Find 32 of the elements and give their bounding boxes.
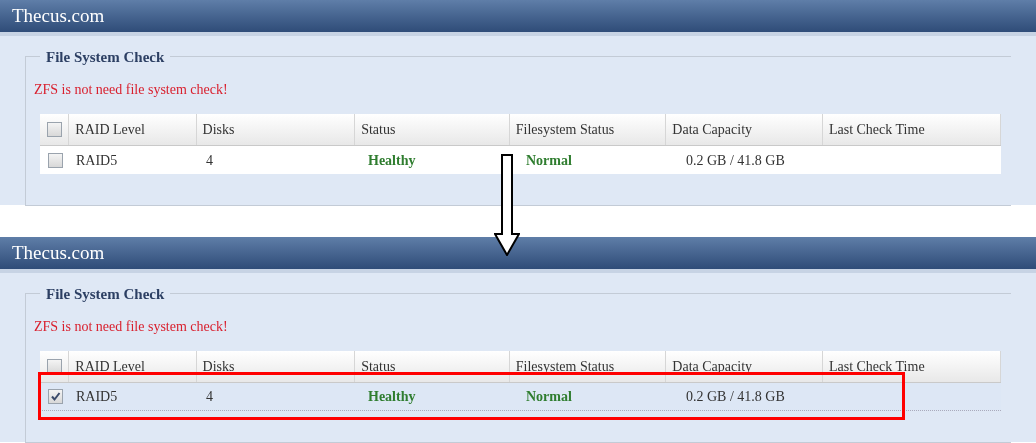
check-icon — [49, 391, 61, 402]
table-cell-text: Healthy — [368, 388, 416, 406]
table-cell-text: 0.2 GB / 41.8 GB — [686, 151, 785, 170]
column-header: Data Capacity — [672, 121, 753, 139]
column-header: Filesystem Status — [515, 358, 615, 376]
column-header: RAID Level — [75, 121, 145, 139]
checkbox[interactable] — [47, 389, 63, 404]
column-header: Data Capacity — [672, 358, 753, 376]
error-message: ZFS is not need file system check! — [34, 318, 229, 336]
table-cell-text: Healthy — [368, 151, 416, 170]
table-cell-text: 4 — [206, 388, 213, 406]
column-header: Disks — [202, 358, 235, 376]
table-cell-text: RAID5 — [76, 151, 118, 170]
column-header: Status — [361, 121, 396, 139]
checkbox[interactable] — [47, 152, 63, 168]
error-message: ZFS is not need file system check! — [34, 81, 229, 99]
column-header: RAID Level — [75, 358, 145, 376]
table-cell-text: RAID5 — [76, 388, 118, 406]
checkbox[interactable] — [46, 122, 62, 137]
table-cell-text: 4 — [206, 151, 213, 170]
table-cell-text: Normal — [526, 151, 572, 170]
column-header: Filesystem Status — [515, 121, 615, 139]
table-row[interactable]: RAID5 4 Healthy Normal 0.2 GB / 41.8 GB — [40, 146, 1001, 174]
window-title: Thecus.com — [12, 240, 105, 265]
table-cell-text: 0.2 GB / 41.8 GB — [686, 388, 785, 406]
column-header: Status — [361, 358, 396, 376]
table-cell-text: Normal — [526, 388, 572, 406]
column-header: Last Check Time — [828, 121, 925, 139]
down-arrow-icon — [494, 154, 520, 256]
column-header: Disks — [202, 121, 235, 139]
window-title: Thecus.com — [12, 3, 105, 28]
column-header: Last Check Time — [828, 358, 925, 376]
